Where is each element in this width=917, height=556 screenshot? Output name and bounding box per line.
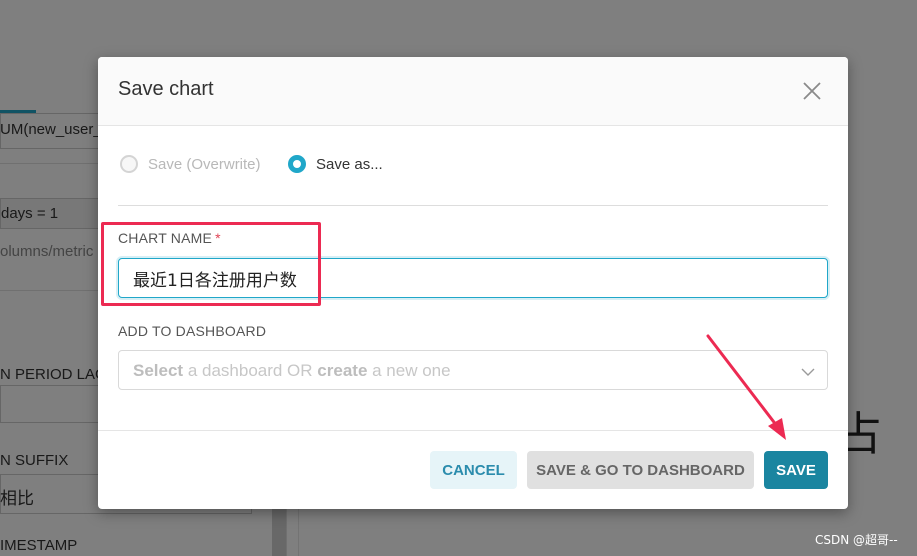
radio-overwrite[interactable]: Save (Overwrite) — [120, 152, 261, 176]
save-button[interactable]: SAVE — [764, 451, 828, 489]
add-to-dashboard-label: ADD TO DASHBOARD — [118, 323, 267, 339]
save-and-go-to-dashboard-button[interactable]: SAVE & GO TO DASHBOARD — [527, 451, 754, 489]
modal-header: Save chart — [98, 57, 848, 126]
modal-title: Save chart — [118, 78, 214, 100]
chevron-down-icon — [801, 368, 815, 376]
section-divider — [118, 205, 828, 206]
watermark-text: CSDN @超哥-- — [815, 533, 898, 547]
radio-save-as-label: Save as... — [316, 155, 383, 173]
radio-overwrite-circle[interactable] — [120, 155, 138, 173]
dashboard-select-placeholder: Select a dashboard OR create a new one — [133, 361, 451, 380]
radio-overwrite-label: Save (Overwrite) — [148, 155, 261, 173]
cancel-button[interactable]: CANCEL — [430, 451, 517, 489]
close-icon — [803, 82, 821, 100]
radio-save-as-circle[interactable] — [288, 155, 306, 173]
annotation-arrow-icon — [706, 334, 786, 440]
annotation-highlight-box — [101, 222, 321, 306]
radio-save-as[interactable]: Save as... — [288, 152, 383, 176]
close-button[interactable] — [800, 79, 824, 103]
